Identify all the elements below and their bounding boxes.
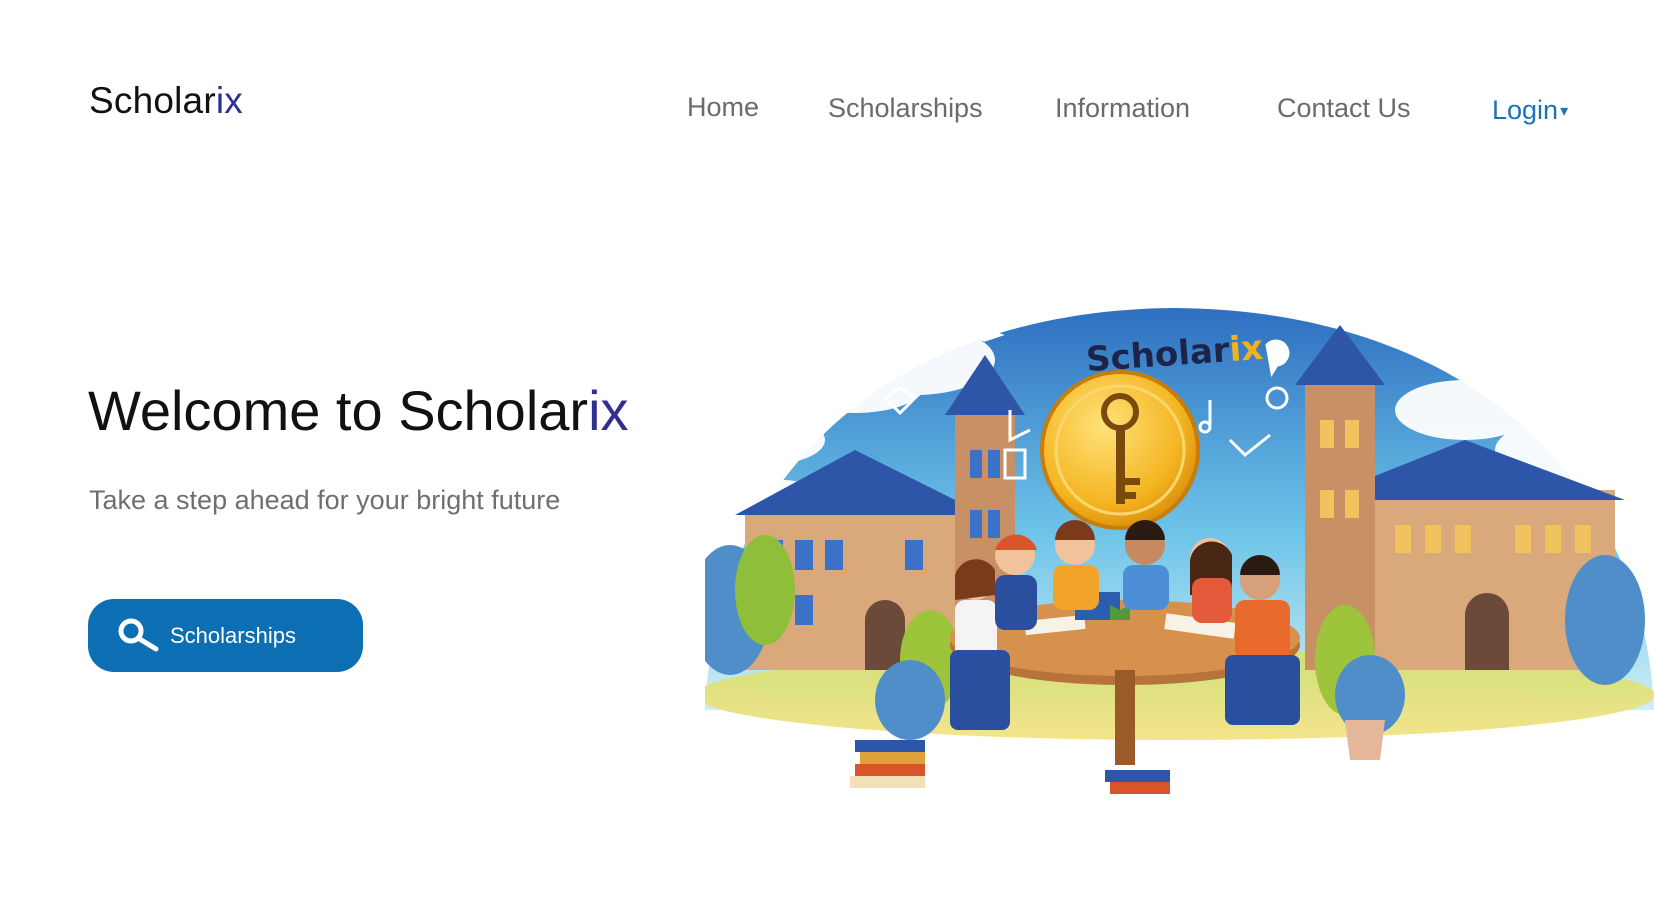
hero-title-accent: ix (588, 379, 629, 442)
student-5 (1190, 538, 1232, 623)
key-coin-icon (1040, 370, 1200, 530)
scholarships-button[interactable]: Scholarships (88, 599, 363, 672)
students-at-table-illustration: Scholarix (705, 308, 1654, 794)
login-label: Login (1492, 95, 1559, 125)
search-icon (118, 618, 159, 651)
hero-title: Welcome to Scholarix (88, 378, 629, 443)
nav-contact-us[interactable]: Contact Us (1277, 93, 1411, 124)
scholarships-button-label: Scholarships (170, 622, 296, 648)
hero-title-main: Welcome to Scholar (88, 379, 589, 442)
landing-page: Scholarix Home Scholarships Information … (0, 0, 1654, 920)
hero-illustration: Scholarix (705, 300, 1654, 845)
nav-login[interactable]: Login ▾ (1492, 95, 1568, 126)
nav-home[interactable]: Home (687, 92, 759, 123)
nav-scholarships[interactable]: Scholarships (828, 93, 983, 124)
hero-subtitle: Take a step ahead for your bright future (89, 485, 561, 515)
main-nav: Home Scholarships Information Contact Us… (0, 92, 1654, 132)
nav-information[interactable]: Information (1055, 93, 1190, 124)
chevron-down-icon: ▾ (1560, 103, 1569, 120)
student-2 (995, 534, 1037, 630)
